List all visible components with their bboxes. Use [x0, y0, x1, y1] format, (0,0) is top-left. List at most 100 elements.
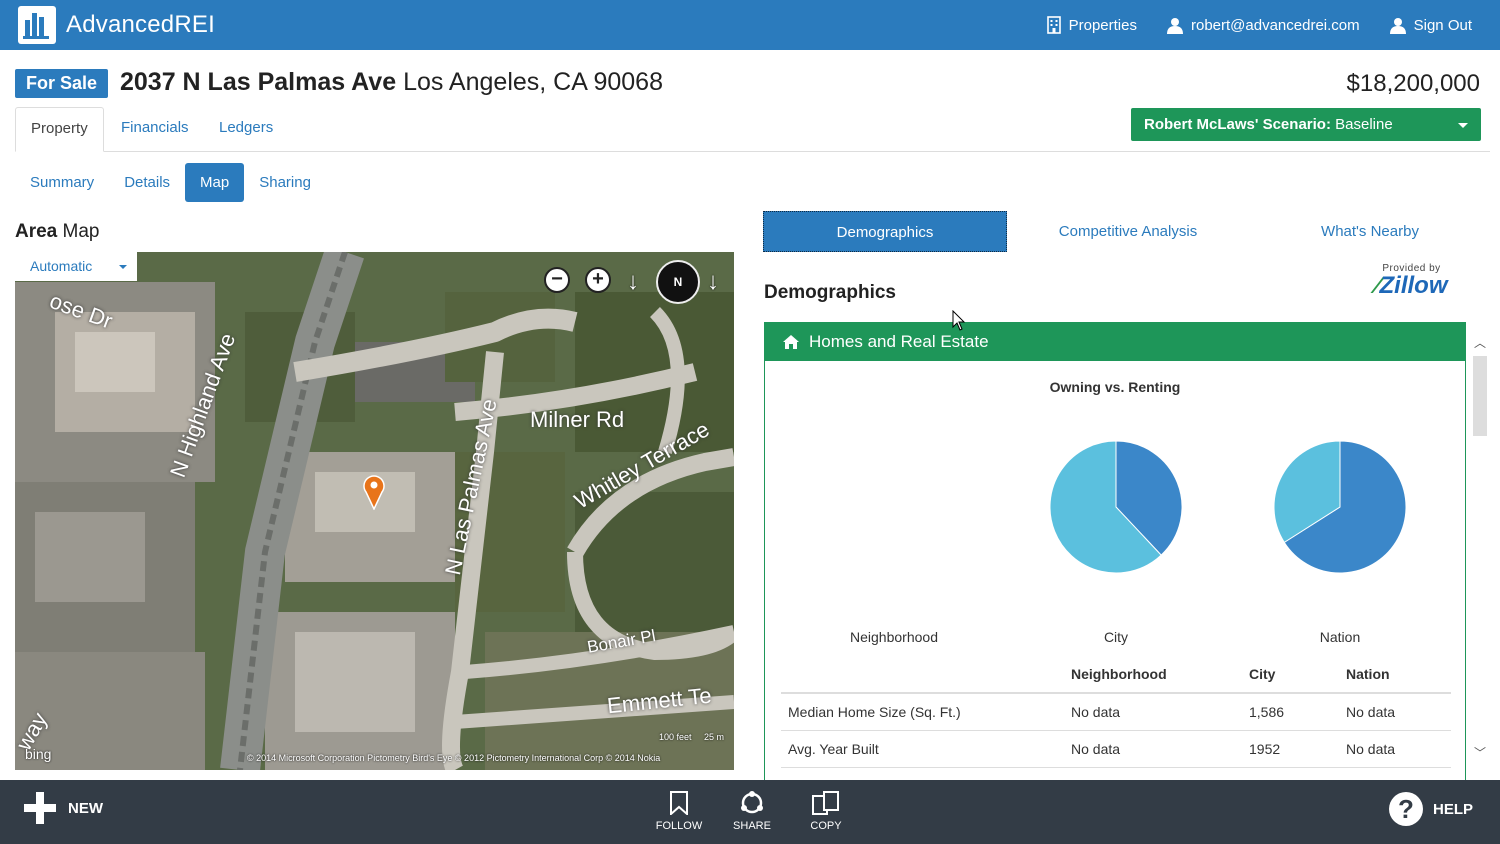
brand-logo-icon [18, 6, 56, 44]
demographics-table: Neighborhood City Nation Median Home Siz… [781, 655, 1451, 768]
map-copyright: © 2014 Microsoft Corporation Pictometry … [247, 753, 661, 763]
bing-logo: bing [25, 746, 52, 762]
top-nav: Properties robert@advancedrei.com Sign O… [1046, 0, 1472, 50]
subtab-sharing[interactable]: Sharing [244, 163, 326, 202]
zoom-in-button[interactable]: + [585, 267, 611, 293]
help-icon: ? [1388, 792, 1423, 826]
area-map[interactable]: Milner Rd N Highland Ave N Las Palmas Av… [15, 252, 734, 770]
table-cell: No data [1346, 730, 1451, 768]
property-price: $18,200,000 [1346, 70, 1480, 97]
scenario-value: Baseline [1335, 116, 1393, 133]
tab-property[interactable]: Property [15, 107, 104, 152]
column-header: City [1249, 655, 1346, 694]
subtab-map[interactable]: Map [185, 163, 245, 202]
property-street: 2037 N Las Palmas Ave [120, 68, 397, 96]
table-cell: 1,586 [1249, 693, 1346, 731]
rotate-right-icon[interactable]: ↓ [707, 268, 719, 296]
chevron-up-icon[interactable]: ︿ [1470, 334, 1490, 350]
column-header: Neighborhood [1071, 655, 1249, 694]
subtab-summary[interactable]: Summary [15, 163, 109, 202]
tab-competitive-analysis[interactable]: Competitive Analysis [1007, 211, 1249, 252]
subtab-details[interactable]: Details [109, 163, 185, 202]
area-map-title: Area Map [15, 221, 100, 243]
plus-icon [24, 792, 56, 824]
property-address: 2037 N Las Palmas Ave Los Angeles, CA 90… [120, 68, 663, 97]
tab-ledgers[interactable]: Ledgers [204, 107, 288, 152]
chart-title: Owning vs. Renting [1049, 379, 1181, 395]
building-icon [1046, 16, 1061, 34]
share-button[interactable]: SHARE [722, 791, 782, 832]
panel-scrollbar[interactable]: ︿ ﹀ [1470, 334, 1490, 760]
street-label: Milner Rd [530, 407, 625, 432]
user-icon [1166, 17, 1183, 34]
brand-name: AdvancedREI [66, 11, 215, 38]
area-map-title-bold: Area [15, 221, 58, 242]
property-city: Los Angeles, CA 90068 [403, 68, 663, 96]
table-row: Avg. Year Built No data 1952 No data [781, 730, 1451, 768]
scenario-owner: Robert McLaws' Scenario: [1144, 116, 1331, 133]
table-cell: 1952 [1249, 730, 1346, 768]
share-label: SHARE [733, 820, 771, 832]
help-button[interactable]: ? HELP [1388, 792, 1473, 826]
brand[interactable]: AdvancedREI [18, 6, 215, 44]
share-icon [741, 791, 763, 814]
follow-label: FOLLOW [655, 820, 703, 832]
demographics-heading: Demographics [764, 282, 896, 303]
table-cell: Median Home Size (Sq. Ft.) [781, 693, 1071, 731]
chevron-down-icon [1458, 123, 1468, 128]
copy-label: COPY [810, 820, 842, 832]
nav-properties[interactable]: Properties [1046, 16, 1137, 34]
scrollbar-thumb[interactable] [1473, 356, 1487, 436]
chevron-down-icon[interactable] [115, 252, 137, 281]
zillow-logo[interactable]: Provided by ⁄Zillow [1359, 263, 1464, 298]
scale-meters: 25 m [703, 732, 724, 742]
zillow-wordmark: ⁄Zillow [1375, 272, 1448, 299]
pie-label-neighborhood: Neighborhood [850, 629, 938, 645]
copy-icon [812, 791, 839, 815]
nav-properties-label: Properties [1068, 16, 1137, 34]
column-header [781, 655, 1071, 694]
nav-signout-label: Sign Out [1413, 16, 1472, 34]
bookmark-icon [670, 791, 688, 817]
table-row: Median Home Size (Sq. Ft.) No data 1,586… [781, 693, 1451, 731]
scenario-dropdown[interactable]: Robert McLaws' Scenario: Baseline [1131, 108, 1481, 141]
location-pin-icon [363, 475, 385, 510]
table-cell: No data [1346, 693, 1451, 731]
tab-demographics[interactable]: Demographics [763, 211, 1007, 252]
copy-button[interactable]: COPY [796, 791, 856, 832]
mouse-cursor-icon [952, 310, 966, 331]
tab-financials[interactable]: Financials [106, 107, 204, 152]
demographics-tabs: Demographics Competitive Analysis What's… [763, 211, 1491, 252]
area-map-title-rest: Map [62, 221, 100, 242]
user-icon [1389, 17, 1406, 34]
homes-real-estate-panel: Homes and Real Estate Owning vs. Renting… [764, 322, 1466, 782]
nav-account[interactable]: robert@advancedrei.com [1166, 16, 1360, 34]
new-label: NEW [68, 799, 103, 817]
zoom-out-button[interactable]: − [544, 267, 570, 293]
subtabs: Summary Details Map Sharing [15, 163, 326, 202]
tab-whats-nearby[interactable]: What's Nearby [1249, 211, 1491, 252]
rotate-left-icon[interactable]: ↓ [627, 268, 639, 296]
home-icon [783, 335, 799, 349]
scale-feet: 100 feet [658, 732, 692, 742]
table-cell: No data [1071, 730, 1249, 768]
top-bar: AdvancedREI Properties robert@advancedre… [0, 0, 1500, 50]
column-header: Nation [1346, 655, 1451, 694]
compass-button[interactable]: N [656, 260, 700, 304]
follow-button[interactable]: FOLLOW [649, 791, 709, 832]
owning-renting-chart [1049, 440, 1407, 574]
nav-signout[interactable]: Sign Out [1389, 16, 1472, 34]
chevron-down-icon[interactable]: ﹀ [1470, 744, 1490, 760]
table-cell: Avg. Year Built [781, 730, 1071, 768]
pie-label-nation: Nation [1319, 629, 1361, 645]
bottom-app-bar: NEW FOLLOW SHARE COPY ? HELP [0, 780, 1500, 844]
pie-label-city: City [1103, 629, 1129, 645]
table-cell: No data [1071, 693, 1249, 731]
map-scale: 100 feet 25 m [659, 732, 724, 742]
table-header-row: Neighborhood City Nation [781, 655, 1451, 694]
new-button[interactable]: NEW [24, 792, 103, 824]
panel-header[interactable]: Homes and Real Estate [765, 323, 1465, 361]
help-label: HELP [1432, 800, 1473, 818]
nav-account-label: robert@advancedrei.com [1190, 16, 1360, 34]
status-badge: For Sale [15, 69, 109, 98]
